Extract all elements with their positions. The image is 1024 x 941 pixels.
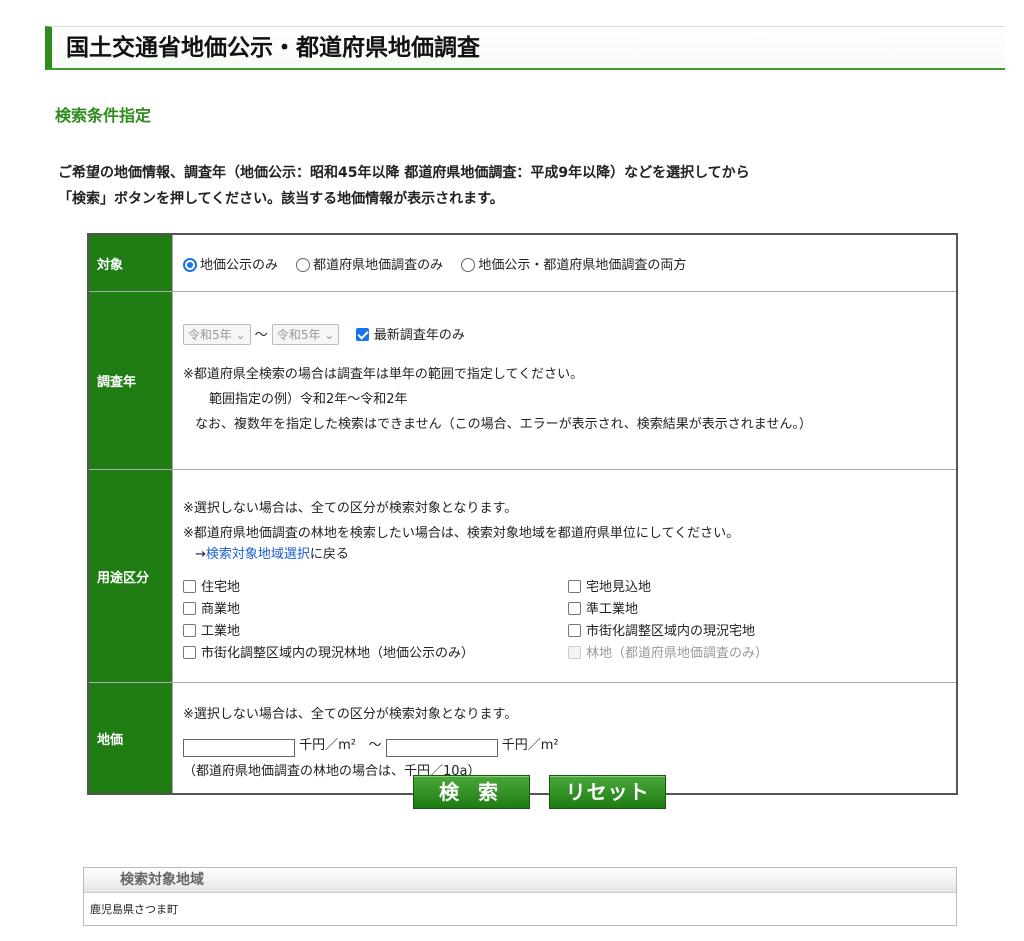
radio-target-both[interactable]: 地価公示・都道府県地価調査の両方 <box>461 257 686 273</box>
price-range-row: 千円／m² ～ 千円／m² <box>183 734 946 757</box>
search-region-value: 鹿児島県さつま町 <box>90 903 178 916</box>
reset-button[interactable]: リセット <box>549 775 667 809</box>
target-options: 地価公示のみ 都道府県地価調査のみ 地価公示・都道府県地価調査の両方 <box>172 233 958 292</box>
checkbox-icon[interactable] <box>183 646 196 659</box>
search-region-heading: 検索対象地域 <box>84 868 956 893</box>
checkbox-icon[interactable] <box>568 624 581 637</box>
survey-year-note-2: 範囲指定の例）令和2年～令和2年 <box>209 391 408 407</box>
search-criteria-table: 対象 地価公示のみ 都道府県地価調査のみ 地価公示・都道府県地価調査の両方 調査… <box>87 233 958 795</box>
chevron-down-icon: ⌄ <box>235 327 246 342</box>
target-label: 対象 <box>87 233 173 292</box>
checkbox-icon[interactable] <box>568 580 581 593</box>
range-tilde: ～ <box>254 327 268 343</box>
checkbox-disabled-icon <box>568 646 581 659</box>
checkbox-urbanization-control-residential[interactable]: 市街化調整区域内の現況宅地 <box>568 620 868 639</box>
region-select-link[interactable]: 検索対象地域選択 <box>206 547 310 562</box>
intro-line-2: 「検索」ボタンを押してください。該当する地価情報が表示されます。 <box>58 191 504 207</box>
price-from-input[interactable] <box>183 739 295 757</box>
latest-year-only-checkbox[interactable]: 最新調査年のみ <box>355 327 465 343</box>
radio-icon[interactable] <box>461 257 476 272</box>
price-to-input[interactable] <box>385 739 498 757</box>
action-buttons: 検 索 リセット <box>413 775 680 809</box>
intro-text: ご希望の地価情報、調査年（地価公示：昭和45年以降 都道府県地価調査：平成9年以… <box>58 160 750 212</box>
section-heading: 検索条件指定 <box>55 106 152 125</box>
radio-icon-checked[interactable] <box>183 257 197 272</box>
survey-year-section: 令和5年 ⌄ ～ 令和5年 ⌄ 最新調査年のみ ※都道府県全検索の場合は調査年は… <box>172 291 958 470</box>
usage-note-2: ※都道府県地価調査の林地を検索したい場合は、検索対象地域を都道府県単位にしてくだ… <box>183 526 740 541</box>
checkbox-icon[interactable] <box>183 624 196 637</box>
usage-checkbox-grid: 住宅地 宅地見込地 商業地 準工業地 工業地 市街化調整区域内の現況宅地 市街化… <box>183 576 946 661</box>
price-label: 地価 <box>87 682 173 795</box>
usage-section: ※選択しない場合は、全ての区分が検索対象となります。 ※都道府県地価調査の林地を… <box>172 469 958 683</box>
checkbox-checked-icon[interactable] <box>355 327 369 341</box>
intro-line-1: ご希望の地価情報、調査年（地価公示：昭和45年以降 都道府県地価調査：平成9年以… <box>58 165 750 181</box>
checkbox-icon[interactable] <box>183 602 196 615</box>
checkbox-icon[interactable] <box>183 580 196 593</box>
back-to-region-line: →検索対象地域選択に戻る <box>195 547 349 562</box>
year-from-select[interactable]: 令和5年 ⌄ <box>183 323 251 345</box>
survey-year-note-3: なお、複数年を指定した検索はできません（この場合、エラーが表示され、検索結果が表… <box>195 416 812 432</box>
price-note: ※選択しない場合は、全ての区分が検索対象となります。 <box>183 707 518 722</box>
usage-note-1: ※選択しない場合は、全ての区分が検索対象となります。 <box>183 501 518 516</box>
checkbox-urbanization-control-forest[interactable]: 市街化調整区域内の現況林地（地価公示のみ） <box>183 642 568 661</box>
checkbox-residential[interactable]: 住宅地 <box>183 576 568 595</box>
checkbox-prospective-residential[interactable]: 宅地見込地 <box>568 576 868 595</box>
radio-target-koji[interactable]: 地価公示のみ <box>183 257 278 273</box>
checkbox-icon[interactable] <box>568 602 581 615</box>
survey-year-note-1: ※都道府県全検索の場合は調査年は単年の範囲で指定してください。 <box>183 366 584 382</box>
usage-label: 用途区分 <box>87 469 173 683</box>
checkbox-forest-disabled: 林地（都道府県地価調査のみ） <box>568 642 868 661</box>
search-button[interactable]: 検 索 <box>413 775 530 809</box>
page-title: 国土交通省地価公示・都道府県地価調査 <box>45 26 1005 70</box>
checkbox-commercial[interactable]: 商業地 <box>183 598 568 617</box>
survey-year-label: 調査年 <box>87 291 173 470</box>
chevron-down-icon: ⌄ <box>324 327 335 342</box>
radio-icon[interactable] <box>296 257 311 272</box>
search-region-box: 検索対象地域 鹿児島県さつま町 <box>83 867 957 926</box>
checkbox-semi-industrial[interactable]: 準工業地 <box>568 598 868 617</box>
checkbox-industrial[interactable]: 工業地 <box>183 620 568 639</box>
radio-target-chosa[interactable]: 都道府県地価調査のみ <box>296 257 443 273</box>
year-to-select[interactable]: 令和5年 ⌄ <box>271 323 340 345</box>
